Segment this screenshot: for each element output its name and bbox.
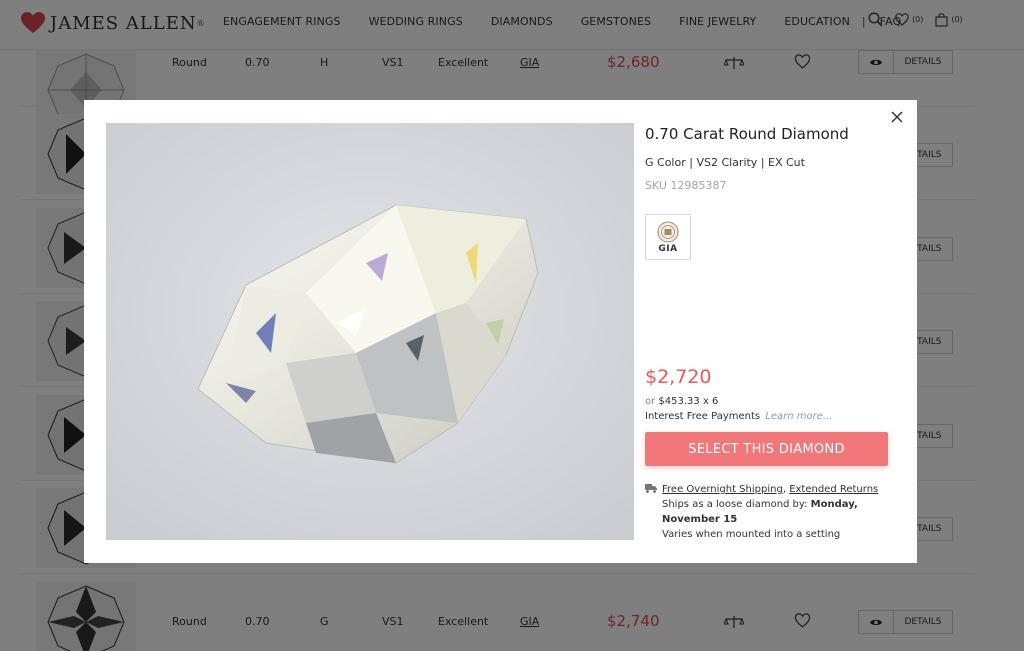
gia-seal-icon <box>657 221 679 242</box>
diamond-photo[interactable] <box>106 123 634 540</box>
diamond-specs: G Color | VS2 Clarity | EX Cut <box>645 156 805 169</box>
installment-or: or <box>645 396 656 407</box>
shipping-info: Free Overnight Shipping, Extended Return… <box>662 482 892 542</box>
extended-returns-link[interactable]: Extended Returns <box>789 484 878 495</box>
gia-certificate-badge[interactable]: GIA <box>645 214 691 260</box>
diamond-price: $2,720 <box>645 366 712 388</box>
learn-more-link[interactable]: Learn more... <box>765 411 832 422</box>
interest-free-text: Interest Free Payments <box>645 411 761 422</box>
free-shipping-link[interactable]: Free Overnight Shipping <box>662 484 783 495</box>
varies-text: Varies when mounted into a setting <box>662 529 841 540</box>
gia-label: GIA <box>658 243 678 254</box>
installment-value: $453.33 x 6 <box>658 396 719 407</box>
truck-icon <box>645 484 657 493</box>
select-diamond-button[interactable]: SELECT THIS DIAMOND <box>645 432 888 466</box>
diamond-sku: SKU 12985387 <box>645 179 727 192</box>
ships-as-text: Ships as a loose diamond by: <box>662 499 808 510</box>
interest-free-line: Interest Free Payments Learn more... <box>645 411 832 422</box>
diamond-quick-view-modal: 0.70 Carat Round Diamond G Color | VS2 C… <box>84 100 917 563</box>
diamond-title: 0.70 Carat Round Diamond <box>645 125 849 143</box>
close-icon[interactable] <box>890 110 904 124</box>
shipping-comma: , <box>782 484 786 495</box>
installment-line: or $453.33 x 6 <box>645 396 718 407</box>
